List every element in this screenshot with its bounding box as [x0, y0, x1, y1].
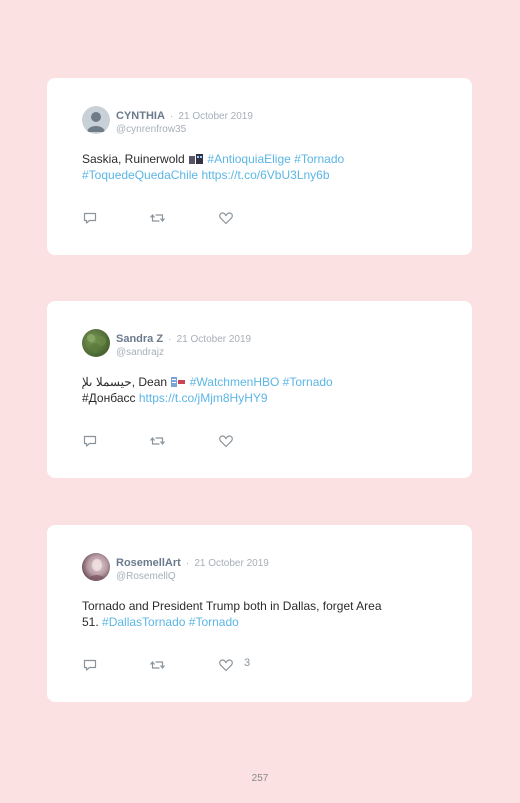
speech-bubble-icon — [83, 659, 97, 671]
avatar[interactable] — [82, 106, 110, 134]
like-button[interactable] — [218, 433, 234, 449]
hashtag-link[interactable]: #Tornado — [189, 615, 239, 629]
hashtag-link[interactable]: #Tornado — [294, 152, 344, 166]
speech-bubble-icon — [83, 435, 97, 447]
tweet-text-prefix: Saskia, Ruinerwold — [82, 152, 185, 166]
user-name[interactable]: RosemellArt — [116, 557, 181, 569]
avatar[interactable] — [82, 553, 110, 581]
tweet-text: Tornado and President Trump both in Dall… — [82, 599, 432, 630]
tree-photo-icon — [87, 334, 106, 353]
user-handle[interactable]: @sandrajz — [116, 347, 251, 359]
user-name[interactable]: CYNTHIA — [116, 110, 165, 122]
speech-bubble-icon — [83, 212, 97, 224]
tweet-text-prefix: حيسملا ىلإ, Dean — [82, 375, 168, 389]
tweet-card: CYNTHIA · 21 October 2019 @cynrenfrow35 … — [47, 78, 472, 255]
like-count: 3 — [244, 657, 251, 669]
retweet-button[interactable] — [149, 657, 166, 673]
tweet-card: Sandra Z · 21 October 2019 @sandrajz حيس… — [47, 301, 472, 478]
hashtag-link[interactable]: #WatchmenHBO — [190, 375, 280, 389]
heart-icon — [219, 435, 233, 448]
hashtag-link[interactable]: #ToquedeQuedaChile — [82, 168, 198, 182]
emoji-icon — [171, 377, 186, 387]
hashtag-link[interactable]: #AntioquiaElige — [207, 152, 290, 166]
retweet-arrows-icon — [150, 214, 165, 222]
date-separator: · — [185, 558, 190, 569]
reply-button[interactable] — [82, 657, 98, 673]
emoji-icon — [189, 154, 204, 164]
tweet-header: RosemellArt · 21 October 2019 @RosemellQ — [116, 555, 269, 583]
tweet-url-link[interactable]: https://t.co/6VbU3Lny6b — [201, 168, 329, 182]
retweet-button[interactable] — [149, 433, 166, 449]
tweet-card: RosemellArt · 21 October 2019 @RosemellQ… — [47, 525, 472, 702]
retweet-arrows-icon — [150, 661, 165, 669]
reply-button[interactable] — [82, 210, 98, 226]
tweet-date[interactable]: 21 October 2019 — [177, 334, 252, 345]
tweet-text: حيسملا ىلإ, Dean #WatchmenHBO #Tornado #… — [82, 375, 432, 406]
tweet-header: Sandra Z · 21 October 2019 @sandrajz — [116, 331, 251, 359]
hashtag-link[interactable]: #DallasTornado — [102, 615, 185, 629]
retweet-button[interactable] — [149, 210, 166, 226]
tweet-text-line1: Tornado and President Trump both in Dall… — [82, 599, 382, 613]
reply-button[interactable] — [82, 433, 98, 449]
profile-photo-icon — [88, 559, 106, 581]
like-button[interactable]: 3 — [218, 657, 250, 673]
tweet-header: CYNTHIA · 21 October 2019 @cynrenfrow35 — [116, 108, 253, 136]
tweet-text: Saskia, Ruinerwold #AntioquiaElige #Torn… — [82, 152, 432, 183]
retweet-arrows-icon — [150, 437, 165, 445]
hashtag-link[interactable]: #Tornado — [283, 375, 333, 389]
tweet-url-link[interactable]: https://t.co/jMjm8HyHY9 — [139, 391, 268, 405]
tweet-date[interactable]: 21 October 2019 — [178, 111, 253, 122]
hashtag-plain: #Донбасс — [82, 390, 136, 405]
heart-icon — [219, 659, 233, 672]
tweet-text-line2-prefix: 51. — [82, 614, 99, 629]
default-avatar-icon — [87, 112, 105, 132]
user-handle[interactable]: @cynrenfrow35 — [116, 124, 253, 136]
user-handle[interactable]: @RosemellQ — [116, 571, 269, 583]
page-number: 257 — [251, 773, 269, 784]
tweet-date[interactable]: 21 October 2019 — [194, 558, 269, 569]
avatar[interactable] — [82, 329, 110, 357]
user-name[interactable]: Sandra Z — [116, 333, 163, 345]
heart-icon — [219, 212, 233, 225]
date-separator: · — [168, 334, 172, 345]
date-separator: · — [169, 111, 174, 122]
like-button[interactable] — [218, 210, 234, 226]
